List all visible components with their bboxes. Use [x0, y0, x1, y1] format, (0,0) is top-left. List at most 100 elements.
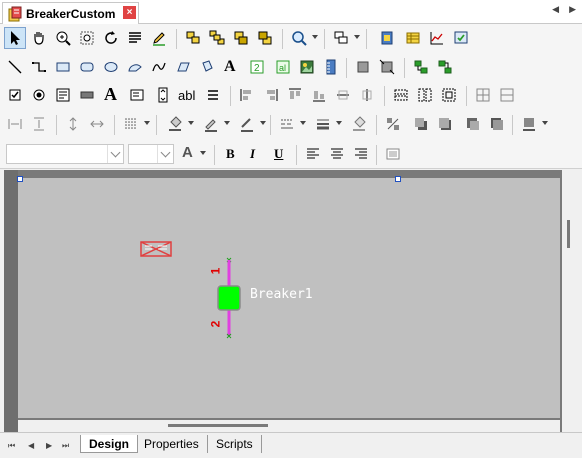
line-thickness-button[interactable]	[312, 113, 334, 135]
selection-handle-center[interactable]	[395, 176, 401, 182]
same-width-button[interactable]	[390, 84, 412, 106]
selection-handle-left[interactable]	[17, 176, 23, 182]
grid-dropdown-arrow[interactable]	[144, 121, 150, 125]
resize-button[interactable]	[376, 56, 398, 78]
line-width-dropdown[interactable]	[260, 121, 266, 125]
text-frame-button[interactable]	[382, 143, 404, 165]
text-tool-button[interactable]: A	[224, 58, 236, 76]
vertical-scrollbar[interactable]	[562, 170, 576, 432]
same-size-button[interactable]	[438, 84, 460, 106]
polyline-tool-button[interactable]	[28, 56, 50, 78]
flip-h-button[interactable]	[86, 113, 108, 135]
font-size-combo[interactable]	[128, 144, 174, 164]
layers-dropdown-arrow[interactable]	[354, 35, 360, 39]
polygon-tool-button[interactable]	[172, 56, 194, 78]
text-color-dropdown[interactable]	[200, 151, 206, 155]
shadow-4-button[interactable]	[486, 113, 508, 135]
crop-button[interactable]	[352, 56, 374, 78]
import-button[interactable]	[376, 27, 398, 49]
grid-button[interactable]	[120, 113, 142, 135]
align-top-button[interactable]	[284, 84, 306, 106]
next-page-button[interactable]: ▶	[46, 441, 52, 450]
align-bottom-button[interactable]	[308, 84, 330, 106]
fill-style-button[interactable]	[348, 113, 370, 135]
align-right-button[interactable]	[260, 84, 282, 106]
listbox-tool-button[interactable]	[126, 84, 148, 106]
line-style-button[interactable]	[276, 113, 298, 135]
arc-tool-button[interactable]	[124, 56, 146, 78]
vertical-scroll-thumb[interactable]	[567, 220, 570, 248]
groupbox-tool-button[interactable]	[52, 84, 74, 106]
prev-page-button[interactable]: ◀	[28, 441, 34, 450]
shadow-color-dropdown[interactable]	[542, 121, 548, 125]
fill-color-dropdown[interactable]	[188, 121, 194, 125]
layers-button[interactable]	[330, 27, 352, 49]
align-center-v-button[interactable]	[332, 84, 354, 106]
curve-tool-button[interactable]	[148, 56, 170, 78]
bold-button[interactable]: B	[226, 146, 235, 162]
check-window-button[interactable]	[450, 27, 472, 49]
tab-prev-button[interactable]: ◀	[552, 4, 559, 15]
first-page-button[interactable]: ⏮	[8, 441, 15, 451]
pan-tool-button[interactable]	[28, 27, 50, 49]
align-center-h-button[interactable]	[356, 84, 378, 106]
space-horiz-button[interactable]	[472, 84, 494, 106]
horizontal-scrollbar[interactable]	[18, 420, 560, 432]
distribute-v-button[interactable]	[28, 113, 50, 135]
line-color-dropdown[interactable]	[224, 121, 230, 125]
shadow-2-button[interactable]	[434, 113, 456, 135]
chart-button[interactable]	[426, 27, 448, 49]
refresh-button[interactable]	[100, 27, 122, 49]
image-tool-button[interactable]	[296, 56, 318, 78]
tab-design[interactable]: Design	[80, 435, 139, 453]
broken-image-icon[interactable]	[140, 240, 172, 258]
rectangle-tool-button[interactable]	[52, 56, 74, 78]
scale-tool-button[interactable]	[320, 56, 342, 78]
zoom-in-button[interactable]	[52, 27, 74, 49]
menu-tool-button[interactable]	[202, 84, 224, 106]
last-page-button[interactable]: ⏭	[62, 441, 69, 451]
shadow-1-button[interactable]	[410, 113, 432, 135]
radio-tool-button[interactable]	[28, 84, 50, 106]
line-style-dropdown[interactable]	[300, 121, 306, 125]
tab-next-button[interactable]: ▶	[569, 4, 576, 15]
underline-button[interactable]: U	[274, 146, 283, 162]
align-left-button[interactable]	[236, 84, 258, 106]
send-back-button[interactable]	[254, 27, 276, 49]
tab-properties[interactable]: Properties	[136, 435, 208, 453]
checkbox-tool-button[interactable]	[4, 84, 26, 106]
space-vert-button[interactable]	[496, 84, 518, 106]
bring-front-button[interactable]	[230, 27, 252, 49]
ellipse-tool-button[interactable]	[100, 56, 122, 78]
tab-scripts[interactable]: Scripts	[208, 435, 262, 453]
zoom-button[interactable]	[288, 27, 310, 49]
fill-tool-button[interactable]	[196, 56, 218, 78]
zoom-fit-button[interactable]	[76, 27, 98, 49]
shadow-3-button[interactable]	[462, 113, 484, 135]
document-tab[interactable]: BreakerCustom ×	[2, 2, 139, 24]
text-align-left-button[interactable]	[302, 143, 324, 165]
line-color-button[interactable]	[200, 113, 222, 135]
close-tab-button[interactable]: ×	[123, 6, 136, 19]
same-height-button[interactable]	[414, 84, 436, 106]
distribute-h-button[interactable]	[4, 113, 26, 135]
text-align-center-button[interactable]	[326, 143, 348, 165]
spin-tool-button[interactable]	[152, 84, 174, 106]
flip-v-button[interactable]	[62, 113, 84, 135]
line-width-button[interactable]	[236, 113, 258, 135]
transparency-button[interactable]	[382, 113, 404, 135]
properties-list-button[interactable]	[124, 27, 146, 49]
button-tool-button[interactable]	[76, 84, 98, 106]
fill-color-button[interactable]	[164, 113, 186, 135]
rounded-rect-tool-button[interactable]	[76, 56, 98, 78]
font-family-combo[interactable]	[6, 144, 124, 164]
ungroup-button[interactable]	[206, 27, 228, 49]
value-tool-button[interactable]: al	[272, 56, 294, 78]
label-tool-button[interactable]: 2	[246, 56, 268, 78]
edit-pencil-button[interactable]	[148, 27, 170, 49]
line-thickness-dropdown[interactable]	[336, 121, 342, 125]
text-align-right-button[interactable]	[350, 143, 372, 165]
connect-alt-button[interactable]	[434, 56, 456, 78]
zoom-dropdown-arrow[interactable]	[312, 35, 318, 39]
table-button[interactable]	[402, 27, 424, 49]
